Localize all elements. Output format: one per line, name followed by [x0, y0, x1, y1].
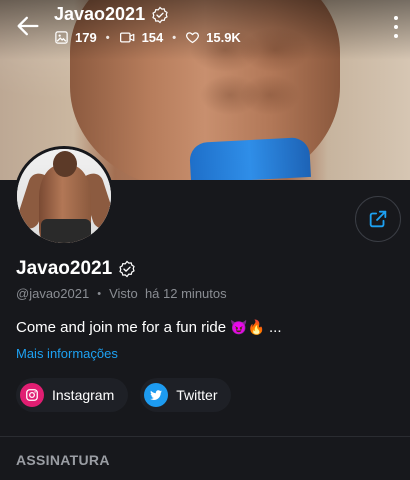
twitter-icon [144, 383, 169, 407]
more-info-link[interactable]: Mais informações [16, 346, 118, 361]
video-icon [119, 32, 134, 43]
likes-stat: 15.9K [185, 30, 241, 45]
kebab-dot [394, 16, 398, 20]
videos-count: 154 [141, 30, 164, 45]
stats-separator: • [172, 31, 177, 44]
photos-stat: 179 [54, 30, 97, 45]
kebab-dot [394, 25, 398, 29]
social-links: Instagram Twitter [16, 378, 232, 412]
title-row: Javao2021 [54, 4, 169, 25]
subscription-section-title: ASSINATURA [16, 452, 110, 468]
section-divider [0, 436, 410, 437]
profile-meta: @javao2021 • Visto há 12 minutos [16, 286, 227, 301]
likes-count: 15.9K [206, 30, 241, 45]
verified-icon [119, 260, 135, 278]
back-button[interactable] [14, 12, 42, 40]
heart-icon [186, 32, 200, 44]
avatar-cloth [41, 219, 91, 243]
stats-row: 179 • 154 • 15.9K [54, 30, 241, 45]
avatar[interactable] [14, 146, 114, 246]
instagram-icon [20, 383, 44, 407]
avatar-head [53, 151, 77, 177]
top-bar: Javao2021 179 • 154 • 15.9K [0, 0, 410, 60]
profile-name-row: Javao2021 [16, 258, 136, 280]
meta-separator: • [97, 287, 102, 300]
instagram-link[interactable]: Instagram [16, 378, 129, 412]
cover-shorts [189, 136, 311, 180]
bio-text: Come and join me for a fun ride [16, 319, 227, 336]
verified-icon [152, 6, 168, 23]
username: @javao2021 [16, 286, 90, 301]
page-title: Javao2021 [54, 4, 146, 24]
last-seen: Visto há 12 minutos [109, 286, 227, 301]
bio-emojis: 😈🔥 [230, 319, 265, 335]
twitter-label: Twitter [176, 387, 218, 403]
image-icon [55, 31, 68, 44]
profile-name: Javao2021 [16, 258, 113, 279]
twitter-link[interactable]: Twitter [140, 378, 232, 412]
stats-separator: • [105, 31, 110, 44]
share-button[interactable] [355, 196, 401, 242]
instagram-label: Instagram [52, 387, 115, 403]
more-options-button[interactable] [392, 16, 400, 38]
videos-stat: 154 [119, 30, 164, 45]
photos-count: 179 [75, 30, 97, 45]
arrow-left-icon [17, 16, 39, 36]
share-icon [369, 210, 387, 228]
bio-ellipsis: ... [269, 319, 282, 336]
kebab-dot [394, 34, 398, 38]
profile-bio: Come and join me for a fun ride 😈🔥 ... [16, 319, 282, 336]
